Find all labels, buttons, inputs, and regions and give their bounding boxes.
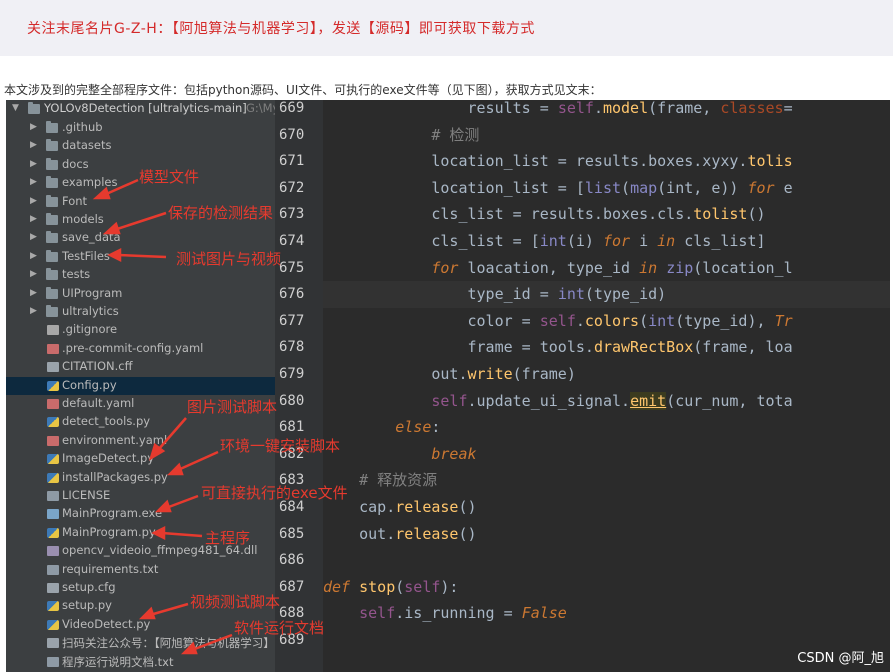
- annotation-arrows: [92, 178, 233, 655]
- notice-banner: 关注末尾名片G-Z-H：【阿旭算法与机器学习】，发送【源码】即可获取下载方式: [0, 0, 893, 56]
- arrowhead-main: [151, 525, 166, 541]
- arrow-models: [103, 178, 139, 197]
- arrow-testfiles: [117, 253, 167, 259]
- arrowhead-exe: [154, 499, 172, 513]
- csdn-watermark: CSDN @阿_旭: [797, 651, 884, 666]
- arrow-video: [149, 602, 189, 617]
- arrow-exe: [165, 494, 199, 510]
- arrow-doc: [191, 633, 233, 652]
- arrowhead-models: [92, 186, 111, 200]
- ide-screenshot: ▼ YOLOv8Detection [ultralytics-main] G:\…: [6, 100, 890, 672]
- arrow-main: [161, 531, 203, 538]
- arrow-save-data: [113, 211, 167, 232]
- arrowhead-doc: [180, 641, 198, 655]
- arrow-install: [177, 450, 219, 472]
- arrowhead-testfiles: [107, 247, 122, 263]
- arrowhead-video: [138, 606, 156, 620]
- arrowhead-save-data: [102, 221, 121, 235]
- arrow-image-detect: [157, 417, 187, 451]
- notice-text: 关注末尾名片G-Z-H：【阿旭算法与机器学习】，发送【源码】即可获取下载方式: [27, 21, 535, 37]
- intro-text: 本文涉及到的完整全部程序文件：包括python源码、UI文件、可执行的exe文件…: [4, 83, 602, 97]
- arrowhead-install: [166, 462, 184, 476]
